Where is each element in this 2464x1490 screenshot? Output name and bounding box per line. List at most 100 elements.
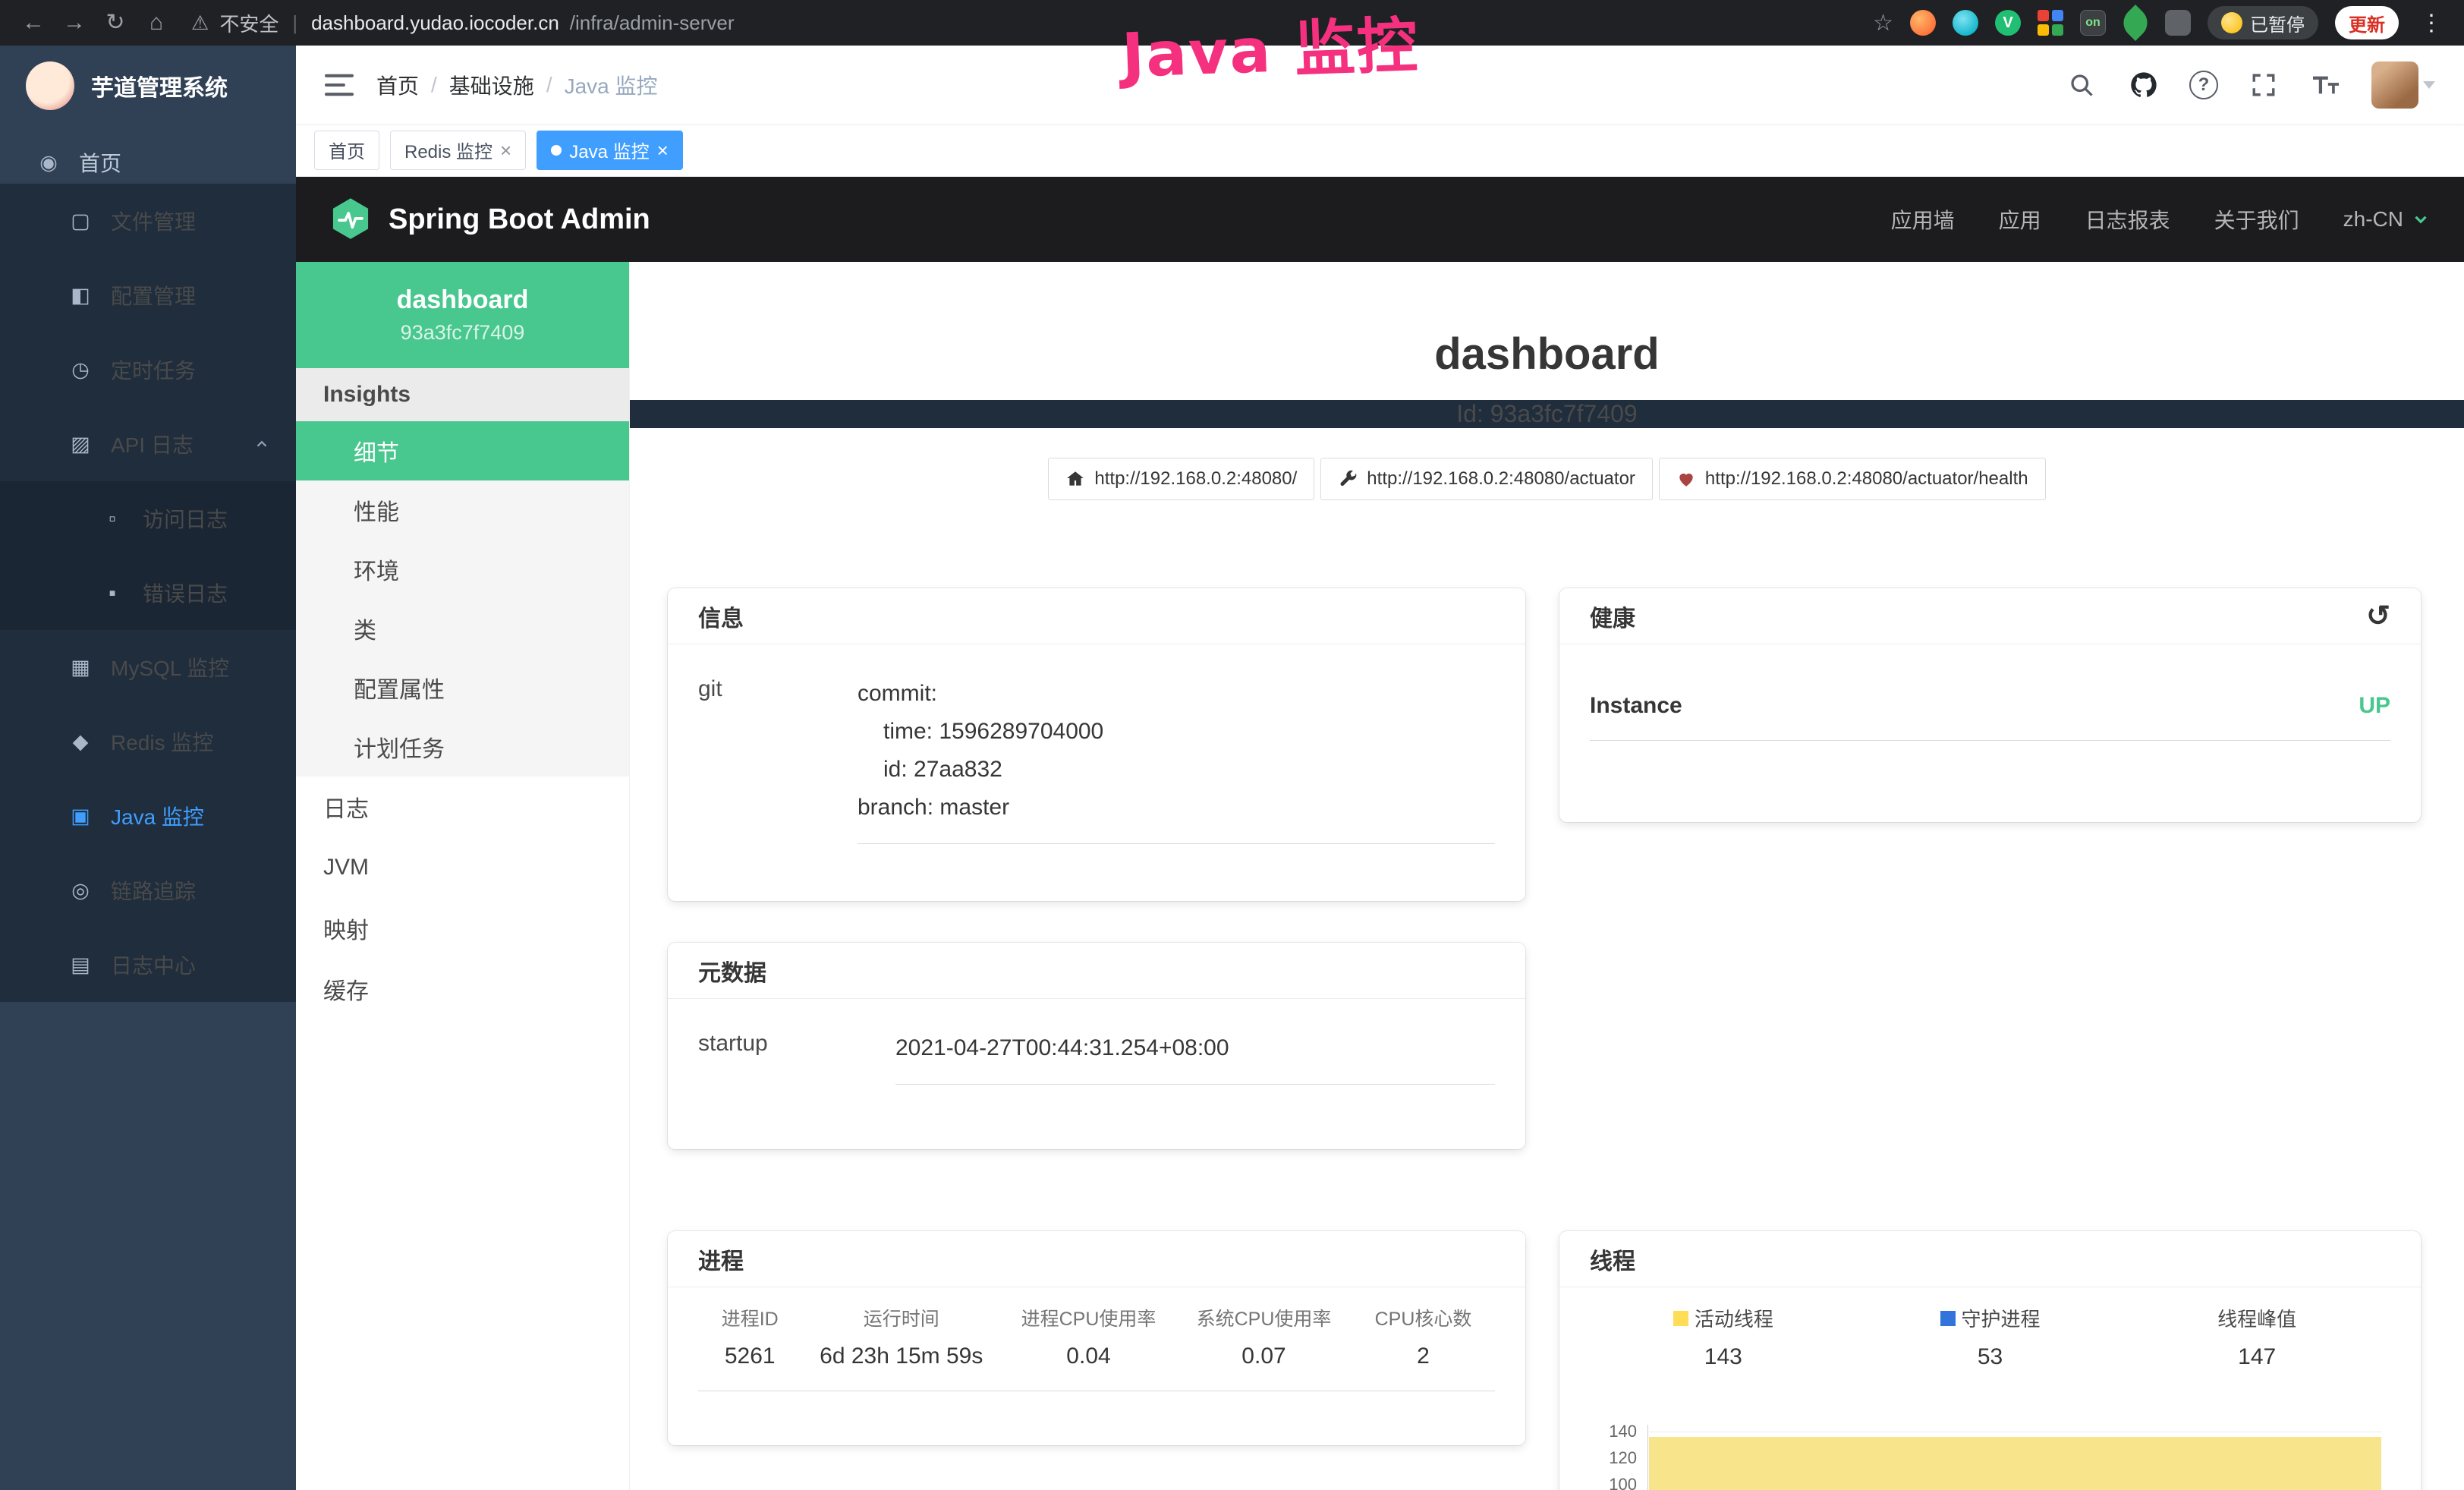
metadata-card: 元数据 startup 2021-04-27T00:44:31.254+08:0…	[668, 943, 1525, 1149]
page-subtitle: Id: 93a3fc7f7409	[630, 400, 2464, 428]
handwritten-annotation: Java 监控	[1120, 0, 1421, 95]
sba-nav-applications[interactable]: 应用	[1999, 204, 2041, 235]
url-domain: dashboard.yudao.iocoder.cn	[311, 11, 559, 35]
font-size-icon[interactable]	[2309, 68, 2343, 102]
sidebar-item-error-logs[interactable]: ▪ 错误日志	[0, 556, 296, 630]
sba-nav-about[interactable]: 关于我们	[2214, 204, 2299, 235]
tag-label: Java 监控	[569, 137, 649, 163]
sidebar-item-label: Redis 监控	[111, 726, 213, 757]
history-icon[interactable]: ↺	[2366, 602, 2390, 631]
clock-icon: ◷	[64, 358, 97, 382]
search-icon[interactable]	[2065, 68, 2098, 102]
extension-on-icon[interactable]: on	[2080, 10, 2106, 36]
menu-item-config-props[interactable]: 配置属性	[296, 658, 629, 717]
file-icon: ▢	[64, 209, 97, 233]
sba-main: dashboard Id: 93a3fc7f7409 http://192.16…	[630, 262, 2464, 1490]
forward-icon[interactable]: →	[58, 0, 91, 46]
sba-nav-wallboard[interactable]: 应用墙	[1891, 204, 1955, 235]
help-icon[interactable]: ?	[2189, 71, 2218, 99]
live-threads-area	[1649, 1437, 2381, 1490]
menu-item-classes[interactable]: 类	[296, 599, 629, 658]
sidebar-item-config[interactable]: ◧ 配置管理	[0, 258, 296, 332]
admin-sidebar: 芋道管理系统 ◉ 首页 ⚙ 系统管理 ▤ 基础设施 ▢ 文件管理 ◧ 配置管理	[0, 46, 296, 1490]
sidebar-item-redis-monitor[interactable]: ◆ Redis 监控	[0, 704, 296, 779]
sidebar-item-label: 错误日志	[143, 578, 228, 608]
back-icon[interactable]: ←	[17, 0, 50, 46]
menu-item-metrics[interactable]: 性能	[296, 480, 629, 540]
sidebar-item-log-center[interactable]: ▤ 日志中心	[0, 928, 296, 1002]
chevron-down-icon	[2411, 209, 2431, 229]
breadcrumb-home[interactable]: 首页	[376, 70, 419, 100]
address-bar[interactable]: ⚠ 不安全 | dashboard.yudao.iocoder.cn /infr…	[191, 9, 735, 37]
extension-grid-icon[interactable]	[2038, 10, 2063, 36]
sba-nav-journal[interactable]: 日志报表	[2085, 204, 2170, 235]
metadata-key: startup	[698, 1029, 895, 1085]
menu-section-insights: Insights	[296, 368, 629, 421]
sba-brand[interactable]: Spring Boot Admin	[389, 203, 650, 236]
health-row[interactable]: Instance UP	[1590, 693, 2390, 741]
process-header-uptime: 运行时间	[802, 1304, 1002, 1331]
tag-home[interactable]: 首页	[314, 131, 379, 170]
screen: ← → ↻ ⌂ ⚠ 不安全 | dashboard.yudao.iocoder.…	[0, 0, 2464, 1490]
user-menu[interactable]	[2371, 61, 2435, 109]
browser-actions: ☆ V on 已暂停 更新 ⋮	[1873, 6, 2447, 39]
sidebar-item-access-logs[interactable]: ▫ 访问日志	[0, 481, 296, 556]
menu-item-logs[interactable]: 日志	[296, 777, 629, 837]
threads-legend: 活动线程 143 守护进程 53 线程峰值 147	[1590, 1304, 2390, 1370]
extension-puzzle-icon[interactable]	[2165, 10, 2191, 36]
sidebar-item-label: 首页	[79, 147, 121, 178]
update-button[interactable]: 更新	[2335, 6, 2399, 39]
menu-item-mappings[interactable]: 映射	[296, 898, 629, 959]
sba-nav-language[interactable]: zh-CN	[2343, 207, 2431, 232]
close-icon[interactable]: ×	[657, 140, 669, 160]
breadcrumb: 首页 / 基础设施 / Java 监控	[376, 70, 658, 100]
sidebar-item-api-logs[interactable]: ▨ API 日志	[0, 407, 296, 481]
extension-v-icon[interactable]: V	[1995, 10, 2021, 36]
sba-logo-icon[interactable]	[329, 197, 372, 242]
close-icon[interactable]: ×	[500, 140, 511, 160]
sidebar-item-label: 链路追踪	[111, 875, 196, 906]
menu-item-caches[interactable]: 缓存	[296, 959, 629, 1019]
tag-redis-monitor[interactable]: Redis 监控 ×	[390, 131, 526, 170]
menu-item-environment[interactable]: 环境	[296, 540, 629, 599]
page-title: dashboard	[630, 329, 2464, 380]
peak-threads-value: 147	[2123, 1344, 2390, 1370]
menu-item-details[interactable]: 细节	[296, 421, 629, 480]
threads-card-title: 线程	[1559, 1231, 2421, 1287]
health-url-link[interactable]: http://192.168.0.2:48080/actuator/health	[1659, 458, 2046, 500]
menu-item-jvm[interactable]: JVM	[296, 837, 629, 898]
bookmark-star-icon[interactable]: ☆	[1873, 10, 1893, 36]
sidebar-item-files[interactable]: ▢ 文件管理	[0, 184, 296, 258]
sidebar-item-java-monitor[interactable]: ▣ Java 监控	[0, 779, 296, 853]
health-card-title: 健康	[1590, 600, 1635, 633]
reload-icon[interactable]: ↻	[99, 0, 132, 46]
browser-menu-icon[interactable]: ⋮	[2415, 10, 2447, 36]
tag-java-monitor[interactable]: Java 监控 ×	[537, 131, 683, 170]
actuator-url-link[interactable]: http://192.168.0.2:48080/actuator	[1320, 458, 1653, 500]
github-icon[interactable]	[2127, 68, 2160, 102]
active-dot	[551, 145, 562, 156]
sidebar-item-scheduled-tasks[interactable]: ◷ 定时任务	[0, 332, 296, 407]
trace-icon: ◎	[64, 879, 97, 903]
live-threads-label: 活动线程	[1695, 1304, 1773, 1332]
process-header-sys-cpu: 系统CPU使用率	[1176, 1304, 1352, 1331]
link-label: http://192.168.0.2:48080/	[1094, 468, 1297, 490]
sidebar-item-tracing[interactable]: ◎ 链路追踪	[0, 853, 296, 928]
paused-badge[interactable]: 已暂停	[2208, 6, 2318, 39]
extension-leaf-icon[interactable]	[2117, 5, 2154, 41]
service-url-link[interactable]: http://192.168.0.2:48080/	[1048, 458, 1314, 500]
info-card-title: 信息	[668, 588, 1525, 644]
extension-fox-icon[interactable]	[1910, 10, 1936, 36]
extension-drop-icon[interactable]	[1953, 10, 1978, 36]
y-axis	[1647, 1425, 1648, 1490]
sidebar-item-mysql-monitor[interactable]: ▦ MySQL 监控	[0, 630, 296, 704]
mysql-icon: ▦	[64, 656, 97, 679]
home-icon	[1065, 469, 1085, 489]
fullscreen-icon[interactable]	[2247, 68, 2280, 102]
menu-item-scheduled-tasks[interactable]: 计划任务	[296, 717, 629, 777]
process-card-title: 进程	[668, 1231, 1525, 1287]
hamburger-icon[interactable]	[325, 72, 354, 98]
breadcrumb-infra[interactable]: 基础设施	[449, 70, 534, 100]
browser-home-icon[interactable]: ⌂	[140, 0, 173, 46]
instance-selector[interactable]: dashboard 93a3fc7f7409	[296, 262, 629, 368]
